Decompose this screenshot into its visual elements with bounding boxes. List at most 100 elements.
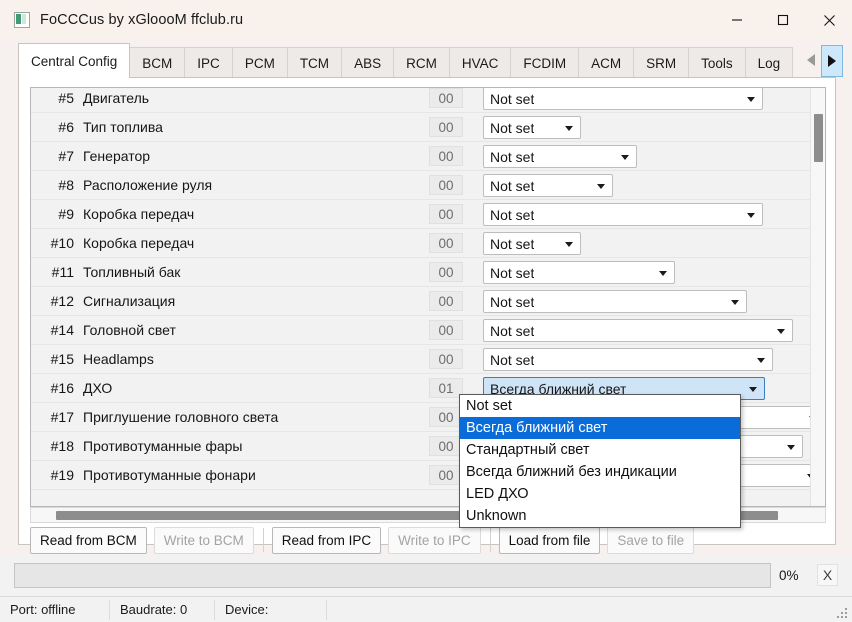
chevron-down-icon [597,184,605,189]
config-row-combobox[interactable]: Not set [483,174,613,197]
progress-close-button[interactable]: X [817,564,838,586]
config-row-number: #8 [31,177,83,193]
tab-scroll-right-button[interactable] [821,45,843,77]
config-row-hex-value: 00 [429,204,463,224]
config-row-hex-value: 00 [429,320,463,340]
window-controls [714,0,852,40]
config-row-hex-value: 00 [429,407,463,427]
combobox-value: Not set [484,236,534,252]
tab-tools[interactable]: Tools [688,47,746,78]
app-icon [14,12,30,28]
tab-hvac[interactable]: HVAC [449,47,512,78]
tab-log[interactable]: Log [745,47,794,78]
combobox-value: Not set [484,207,534,223]
tab-label: HVAC [462,56,499,71]
config-row-hex-value: 00 [429,117,463,137]
chevron-down-icon [777,329,785,334]
dropdown-popup[interactable]: Not setВсегда ближний светСтандартный св… [459,394,741,528]
maximize-button[interactable] [760,0,806,40]
tab-abs[interactable]: ABS [341,47,394,78]
button-group-separator [490,528,491,552]
config-row-combobox[interactable]: Not set [483,232,581,255]
tab-acm[interactable]: ACM [578,47,634,78]
config-row-number: #6 [31,119,83,135]
combobox-value: Not set [484,323,534,339]
config-row-number: #5 [31,90,83,106]
tab-ipc[interactable]: IPC [184,47,233,78]
config-row-number: #16 [31,380,83,396]
config-row-combobox[interactable]: Not set [483,290,747,313]
tab-label: Tools [701,56,733,71]
dropdown-option[interactable]: Всегда ближний свет [460,417,740,439]
config-row: #7Генератор00Not set [31,142,811,171]
chevron-down-icon [659,271,667,276]
status-device: Device: [215,600,327,620]
dropdown-option[interactable]: Стандартный свет [460,439,740,461]
tab-rcm[interactable]: RCM [393,47,450,78]
tab-fcdim[interactable]: FCDIM [510,47,579,78]
list-vertical-scrollbar[interactable] [810,88,825,506]
config-row: #5Двигатель00Not set [31,87,811,113]
tab-label: Log [758,56,781,71]
config-row-hex-value: 00 [429,262,463,282]
config-row-hex-value: 00 [429,175,463,195]
config-row-combobox[interactable]: Not set [483,261,675,284]
config-row: #9Коробка передач00Not set [31,200,811,229]
chevron-down-icon [565,242,573,247]
config-row-label: Головной свет [83,322,176,338]
tab-tcm[interactable]: TCM [287,47,342,78]
tab-bcm[interactable]: BCM [129,47,185,78]
config-row-combobox[interactable]: Not set [483,348,773,371]
tab-label: ACM [591,56,621,71]
progress-area: 0% X [0,555,852,596]
config-row-label: ДХО [83,380,112,396]
config-row-combobox[interactable]: Not set [483,145,637,168]
dropdown-option[interactable]: Всегда ближний без индикации [460,461,740,483]
combobox-value: Not set [484,265,534,281]
triangle-left-icon [807,54,815,66]
config-row-combobox[interactable]: Not set [483,203,763,226]
config-row-number: #7 [31,148,83,164]
config-row-hex-value: 00 [429,436,463,456]
combobox-value: Not set [484,352,534,368]
read-from-ipc-button[interactable]: Read from IPC [272,527,381,554]
tab-label: TCM [300,56,329,71]
progress-percent-label: 0% [779,568,799,583]
action-button-bar: Read from BCMWrite to BCMRead from IPCWr… [30,525,701,555]
application-window: FoCCCus by xGloooM ffclub.ru Central Con… [0,0,852,622]
tab-scroll-left-button[interactable] [801,45,821,75]
config-row-number: #14 [31,322,83,338]
tab-pcm[interactable]: PCM [232,47,288,78]
minimize-button[interactable] [714,0,760,40]
config-row-combobox[interactable]: Not set [483,87,763,110]
dropdown-option[interactable]: LED ДХО [460,483,740,505]
write-to-ipc-button: Write to IPC [388,527,481,554]
close-button[interactable] [806,0,852,40]
tab-central-config[interactable]: Central Config [18,43,130,78]
read-from-bcm-button[interactable]: Read from BCM [30,527,147,554]
config-row-number: #11 [31,264,83,280]
config-row: #11Топливный бак 00 Not set [31,258,811,287]
dropdown-option[interactable]: Unknown [460,505,740,527]
chevron-down-icon [787,445,795,450]
resize-grip-icon[interactable] [837,608,849,620]
chevron-down-icon [621,155,629,160]
config-row-number: #17 [31,409,83,425]
config-row: #8Расположение руля00Not set [31,171,811,200]
config-row-label: Топливный бак [83,264,180,280]
config-row-label: Коробка передач [83,235,194,251]
config-row-hex-value: 01 [429,378,463,398]
dropdown-option[interactable]: Not set [460,395,740,417]
combobox-value: Not set [484,149,534,165]
title-bar: FoCCCus by xGloooM ffclub.ru [0,0,852,40]
chevron-down-icon [731,300,739,305]
config-row-hex-value: 00 [429,88,463,108]
config-row-number: #18 [31,438,83,454]
config-row-combobox[interactable]: Not set [483,116,581,139]
config-row: #14Головной свет 00 Not set [31,316,811,345]
combobox-value: Not set [484,178,534,194]
tab-srm[interactable]: SRM [633,47,689,78]
vertical-scroll-thumb[interactable] [814,114,823,162]
load-from-file-button[interactable]: Load from file [499,527,601,554]
config-row-combobox[interactable]: Not set [483,319,793,342]
